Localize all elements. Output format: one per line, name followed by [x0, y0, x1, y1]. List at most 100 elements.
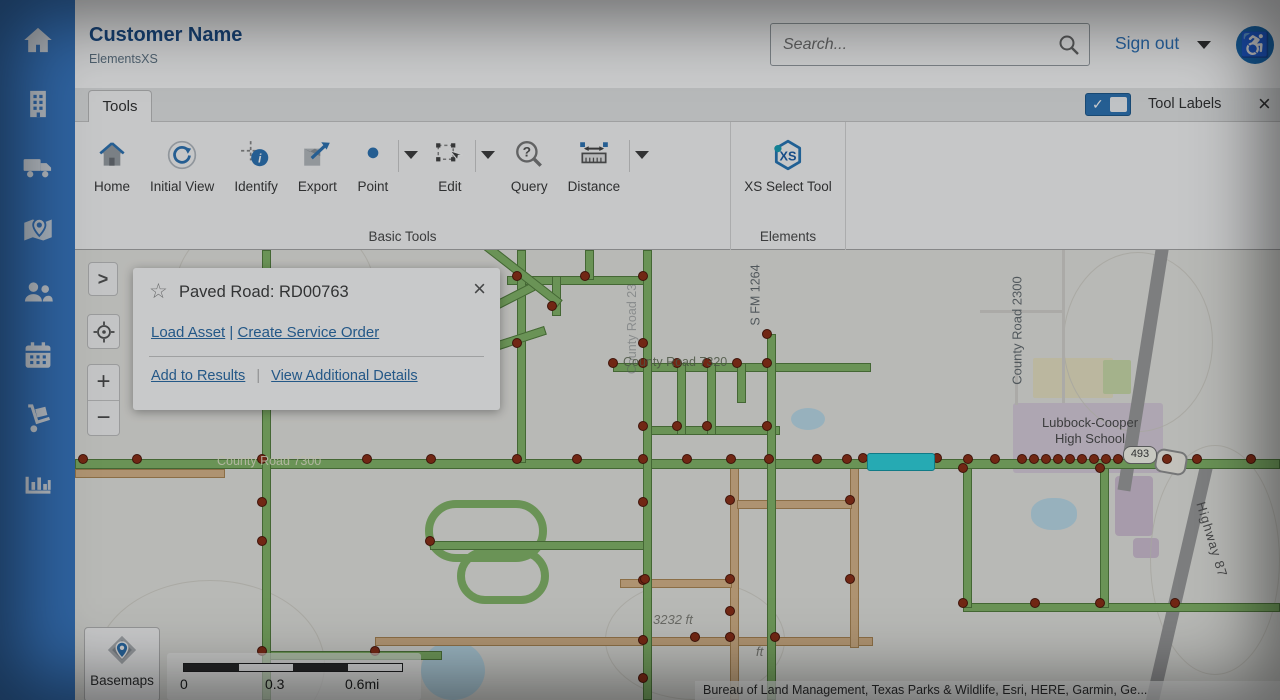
map-road-green — [643, 250, 652, 700]
sign-out-caret-icon[interactable] — [1197, 41, 1211, 49]
global-search — [770, 23, 1090, 66]
truck-icon[interactable] — [19, 148, 57, 186]
add-to-results-link[interactable]: Add to Results — [151, 368, 245, 384]
left-nav-sidebar — [0, 0, 75, 700]
export-tool-button[interactable]: Export — [289, 138, 346, 194]
asset-point-dot — [725, 606, 735, 616]
basemaps-icon — [104, 634, 140, 670]
asset-point-dot — [638, 454, 648, 464]
map-area-tint — [421, 641, 485, 700]
edit-tool-combo: Edit — [425, 138, 500, 194]
users-icon[interactable] — [19, 274, 57, 312]
asset-point-dot — [512, 271, 522, 281]
export-icon — [301, 138, 333, 172]
asset-point-dot — [1029, 454, 1039, 464]
calendar-icon[interactable] — [19, 337, 57, 375]
search-input[interactable] — [771, 36, 1049, 54]
query-tool-button[interactable]: ? Query — [502, 138, 557, 194]
asset-point-dot — [638, 635, 648, 645]
xs-select-tool-button[interactable]: XS XS Select Tool — [735, 138, 841, 194]
asset-point-dot — [362, 454, 372, 464]
home-tool-icon — [96, 138, 128, 172]
measurement-label-3232ft: 3232 ft — [653, 612, 693, 627]
customer-name-title: Customer Name — [89, 24, 242, 47]
bar-chart-icon[interactable] — [19, 463, 57, 501]
initial-view-tool-button[interactable]: Initial View — [141, 138, 223, 194]
asset-point-dot — [1170, 598, 1180, 608]
expand-panel-button[interactable]: > — [88, 262, 118, 296]
point-tool-combo: Point — [348, 138, 423, 194]
asset-point-dot — [426, 454, 436, 464]
map-road-tan — [620, 579, 732, 588]
asset-point-dot — [1017, 454, 1027, 464]
asset-point-dot — [690, 632, 700, 642]
map-area-tint — [791, 408, 825, 430]
zoom-out-button[interactable]: − — [88, 401, 119, 436]
toolbar-group-basic-tools: Home Initial View i Identify Export — [75, 122, 731, 250]
home-icon[interactable] — [19, 22, 57, 60]
home-tool-button[interactable]: Home — [85, 138, 139, 194]
map-road-green — [767, 334, 776, 700]
edit-tool-button[interactable]: Edit — [425, 138, 475, 194]
asset-point-dot — [732, 358, 742, 368]
scale-bar: 0 0.3 0.6mi — [167, 653, 421, 700]
road-label-county-road-2300: County Road 2300 — [1010, 276, 1025, 384]
accessibility-icon[interactable]: ♿ — [1236, 26, 1274, 64]
asset-point-dot — [682, 454, 692, 464]
asset-point-dot — [638, 421, 648, 431]
asset-point-dot — [640, 574, 650, 584]
popup-title: Paved Road: RD00763 — [179, 283, 349, 302]
asset-point-dot — [78, 454, 88, 464]
asset-point-dot — [842, 454, 852, 464]
view-additional-details-link[interactable]: View Additional Details — [271, 368, 417, 384]
asset-point-dot — [638, 271, 648, 281]
asset-point-dot — [672, 421, 682, 431]
asset-point-dot — [762, 421, 772, 431]
asset-point-dot — [812, 454, 822, 464]
load-asset-link[interactable]: Load Asset — [151, 324, 225, 341]
locate-me-button[interactable] — [87, 314, 120, 349]
zoom-in-button[interactable]: + — [88, 365, 119, 400]
asset-point-dot — [257, 536, 267, 546]
basemaps-button[interactable]: Basemaps — [84, 627, 160, 700]
tool-labels-label: Tool Labels — [1148, 96, 1221, 112]
asset-point-dot — [1246, 454, 1256, 464]
svg-text:XS: XS — [779, 148, 796, 163]
asset-point-dot — [725, 632, 735, 642]
tab-tools[interactable]: Tools — [88, 90, 152, 122]
asset-point-dot — [764, 454, 774, 464]
sign-out-link[interactable]: Sign out — [1115, 33, 1179, 54]
map-viewport[interactable]: 493 S FM 1264 County Road 2300 County Ro… — [75, 250, 1280, 700]
elementsxs-app: Customer Name Elements XS Sign out ♿ Tool… — [0, 0, 1280, 700]
point-tool-button[interactable]: Point — [348, 138, 398, 194]
distance-tool-button[interactable]: Distance — [559, 138, 630, 194]
map-road-green — [430, 541, 645, 550]
tool-labels-toggle[interactable]: ✓ — [1085, 93, 1131, 116]
close-icon[interactable]: × — [1258, 91, 1271, 117]
asset-point-dot — [1065, 454, 1075, 464]
zoom-control: + − — [87, 364, 120, 436]
identify-tool-button[interactable]: i Identify — [225, 138, 287, 194]
favorite-star-icon[interactable]: ☆ — [149, 279, 168, 304]
popup-close-icon[interactable]: × — [473, 276, 486, 302]
point-dropdown-caret-icon[interactable] — [399, 138, 423, 172]
distance-dropdown-caret-icon[interactable] — [630, 138, 654, 172]
building-icon[interactable] — [19, 85, 57, 123]
map-pin-icon[interactable] — [19, 211, 57, 249]
create-service-order-link[interactable]: Create Service Order — [237, 324, 379, 341]
svg-text:?: ? — [523, 144, 531, 160]
asset-point-dot — [1113, 454, 1123, 464]
divider — [149, 356, 484, 357]
route-shield-493: 493 — [1123, 446, 1157, 464]
asset-point-dot — [638, 338, 648, 348]
asset-point-dot — [762, 329, 772, 339]
group-label-basic-tools: Basic Tools — [75, 229, 730, 244]
selected-road-segment-highlight[interactable] — [867, 453, 935, 471]
search-icon[interactable] — [1049, 33, 1089, 57]
hand-truck-icon[interactable] — [19, 400, 57, 438]
asset-point-dot — [1162, 454, 1172, 464]
group-label-elements: Elements — [731, 229, 845, 244]
map-minor-road — [1062, 250, 1065, 403]
popup-secondary-links: Add to Results | View Additional Details — [151, 368, 418, 384]
edit-dropdown-caret-icon[interactable] — [476, 138, 500, 172]
